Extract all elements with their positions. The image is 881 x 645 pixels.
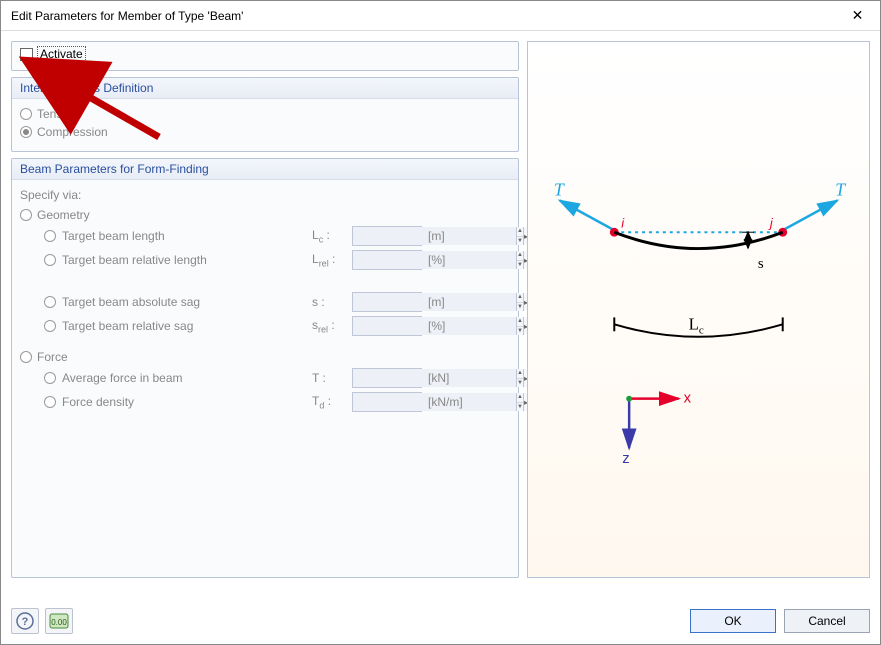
input-force-density[interactable]: ▲▼ ▸ <box>352 392 422 412</box>
label-force-density: Force density <box>62 395 312 409</box>
activate-checkbox[interactable] <box>20 48 33 61</box>
radio-target-rel-length[interactable] <box>44 254 56 266</box>
beam-diagram-svg: T T i j s <box>528 42 869 577</box>
beam-params-panel: Beam Parameters for Form-Finding Specify… <box>11 158 519 578</box>
units-icon: 0.00 <box>49 613 69 629</box>
input-target-rel-length[interactable]: ▲▼ ▸ <box>352 250 422 270</box>
radio-geometry[interactable] <box>20 209 32 221</box>
diagram-z: z <box>622 451 629 467</box>
diagram-Lc: Lc <box>689 314 704 336</box>
var-force-density: Td : <box>312 394 352 410</box>
window-title: Edit Parameters for Member of Type 'Beam… <box>11 9 243 23</box>
radio-target-length[interactable] <box>44 230 56 242</box>
var-target-abs-sag: s : <box>312 295 352 309</box>
activate-label[interactable]: Activate <box>37 46 86 62</box>
specify-via-label: Specify via: <box>20 188 510 202</box>
help-icon: ? <box>16 612 34 630</box>
close-button[interactable]: ✕ <box>835 1 880 30</box>
titlebar: Edit Parameters for Member of Type 'Beam… <box>1 1 880 31</box>
diagram-i: i <box>621 215 625 230</box>
radio-avg-force[interactable] <box>44 372 56 384</box>
svg-text:?: ? <box>22 616 29 628</box>
label-tension: Tension <box>37 107 78 121</box>
radio-target-abs-sag[interactable] <box>44 296 56 308</box>
input-target-rel-sag[interactable]: ▲▼ ▸ <box>352 316 422 336</box>
label-geometry: Geometry <box>37 208 90 222</box>
input-avg-force[interactable]: ▲▼ ▸ <box>352 368 422 388</box>
diagram-panel: T T i j s <box>527 41 870 578</box>
label-force: Force <box>37 350 68 364</box>
label-target-abs-sag: Target beam absolute sag <box>62 295 312 309</box>
radio-tension[interactable] <box>20 108 32 120</box>
internal-forces-heading: Internal Forces Definition <box>12 78 518 99</box>
units-button[interactable]: 0.00 <box>45 608 73 634</box>
var-target-rel-length: Lrel : <box>312 252 352 268</box>
svg-text:0.00: 0.00 <box>51 618 67 627</box>
cancel-button[interactable]: Cancel <box>784 609 870 633</box>
label-target-length: Target beam length <box>62 229 312 243</box>
var-avg-force: T : <box>312 371 352 385</box>
unit-target-abs-sag: [m] <box>428 295 445 309</box>
diagram-x: x <box>684 391 692 407</box>
label-target-rel-sag: Target beam relative sag <box>62 319 312 333</box>
var-target-length: Lc : <box>312 228 352 244</box>
diagram-s: s <box>758 256 764 272</box>
help-button[interactable]: ? <box>11 608 39 634</box>
activate-panel: Activate <box>11 41 519 71</box>
label-avg-force: Average force in beam <box>62 371 312 385</box>
input-target-abs-sag[interactable]: ▲▼ ▸ <box>352 292 422 312</box>
radio-force-density[interactable] <box>44 396 56 408</box>
internal-forces-panel: Internal Forces Definition Tension Compr… <box>11 77 519 152</box>
unit-force-density: [kN/m] <box>428 395 463 409</box>
ok-button[interactable]: OK <box>690 609 776 633</box>
diagram-T-right: T <box>835 180 846 200</box>
beam-params-heading: Beam Parameters for Form-Finding <box>12 159 518 180</box>
label-compression: Compression <box>37 125 108 139</box>
label-target-rel-length: Target beam relative length <box>62 253 312 267</box>
diagram-T-left: T <box>554 180 565 200</box>
unit-target-rel-length: [%] <box>428 253 445 267</box>
radio-force[interactable] <box>20 351 32 363</box>
unit-target-rel-sag: [%] <box>428 319 445 333</box>
unit-avg-force: [kN] <box>428 371 449 385</box>
dialog-window: Edit Parameters for Member of Type 'Beam… <box>0 0 881 645</box>
var-target-rel-sag: srel : <box>312 318 352 334</box>
input-target-length[interactable]: ▲▼ ▸ <box>352 226 422 246</box>
unit-target-length: [m] <box>428 229 445 243</box>
radio-target-rel-sag[interactable] <box>44 320 56 332</box>
diagram-j: j <box>768 215 774 230</box>
radio-compression[interactable] <box>20 126 32 138</box>
